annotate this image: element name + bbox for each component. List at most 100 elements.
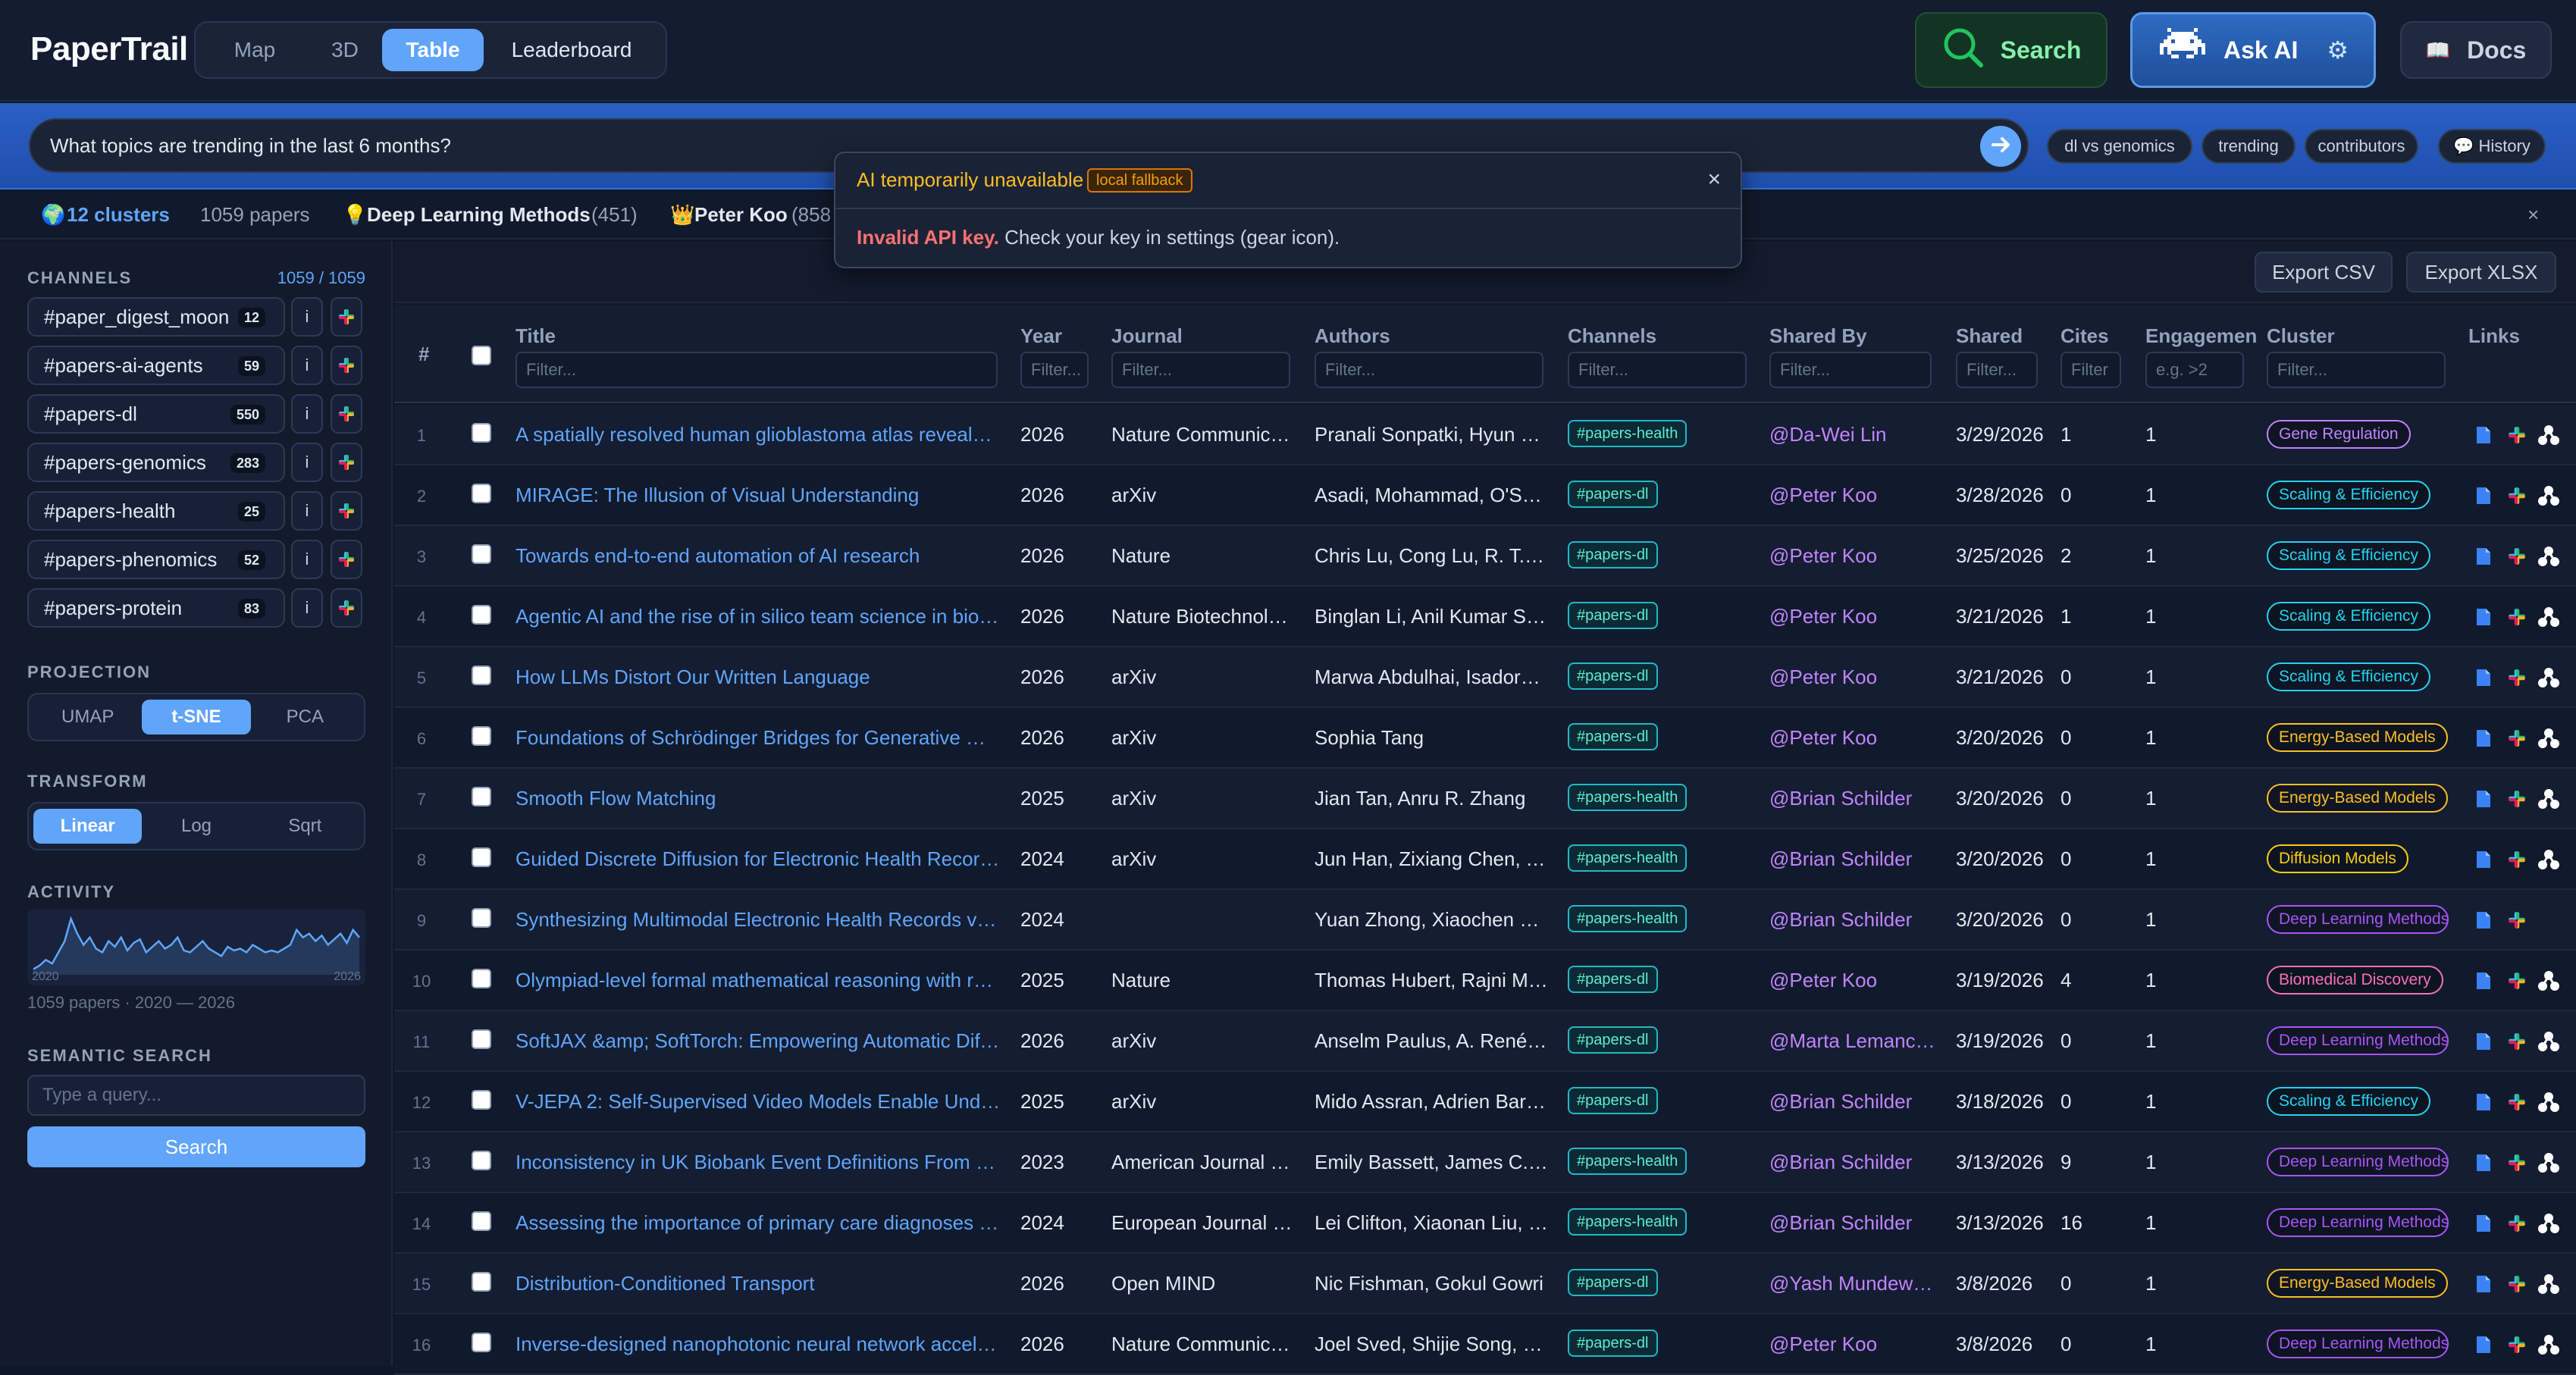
table-row[interactable]: 15 Distribution-Conditioned Transport 2026… <box>394 1254 2576 1314</box>
tab-map[interactable]: Map <box>202 29 308 71</box>
chip-dl-vs-genomics[interactable]: dl vs genomics <box>2047 129 2192 164</box>
filter-journal[interactable]: Filter... <box>1111 352 1290 388</box>
channel-item[interactable]: #papers-dl 550 <box>27 394 285 434</box>
paper-title-link[interactable]: Agentic AI and the rise of in silico tea… <box>516 605 1001 628</box>
slack-icon[interactable] <box>2505 484 2529 508</box>
channel-info-button[interactable]: i <box>291 491 323 531</box>
channel-badge[interactable]: #papers-health <box>1568 844 1688 872</box>
col-shared[interactable]: Shared <box>1956 324 2023 348</box>
document-icon[interactable] <box>2471 1151 2496 1175</box>
connected-papers-icon[interactable] <box>2537 605 2561 629</box>
connected-papers-icon[interactable] <box>2537 544 2561 568</box>
channel-badge[interactable]: #papers-dl <box>1568 662 1658 690</box>
slack-icon[interactable] <box>2505 1090 2529 1114</box>
filter-channels[interactable]: Filter... <box>1568 352 1747 388</box>
paper-title-link[interactable]: Smooth Flow Matching <box>516 787 1001 810</box>
connected-papers-icon[interactable] <box>2537 484 2561 508</box>
projection-tsne[interactable]: t-SNE <box>142 700 251 734</box>
row-checkbox[interactable] <box>472 1029 491 1049</box>
channel-item[interactable]: #papers-health 25 <box>27 491 285 531</box>
document-icon[interactable] <box>2471 1272 2496 1296</box>
export-xlsx-button[interactable]: Export XLSX <box>2406 252 2556 293</box>
slack-icon[interactable] <box>2505 1333 2529 1357</box>
shared-by-user[interactable]: @Peter Koo <box>1769 1333 1936 1356</box>
transform-log[interactable]: Log <box>142 809 250 844</box>
channel-badge[interactable]: #papers-dl <box>1568 966 1658 993</box>
slack-icon[interactable] <box>331 346 362 385</box>
channel-badge[interactable]: #papers-dl <box>1568 481 1658 508</box>
channel-item[interactable]: #papers-phenomics 52 <box>27 540 285 579</box>
paper-title-link[interactable]: Towards end-to-end automation of AI rese… <box>516 544 1001 568</box>
document-icon[interactable] <box>2471 969 2496 993</box>
paper-title-link[interactable]: SoftJAX &amp; SoftTorch: Empowering Auto… <box>516 1029 1001 1053</box>
chip-contributors[interactable]: contributors <box>2305 129 2418 164</box>
table-row[interactable]: 10 Olympiad-level formal mathematical rea… <box>394 951 2576 1011</box>
tab-leaderboard[interactable]: Leaderboard <box>484 29 660 71</box>
col-shared-by[interactable]: Shared By <box>1769 324 1867 348</box>
col-cluster[interactable]: Cluster <box>2267 324 2335 348</box>
slack-icon[interactable] <box>2505 1272 2529 1296</box>
shared-by-user[interactable]: @Da-Wei Lin <box>1769 423 1936 446</box>
connected-papers-icon[interactable] <box>2537 666 2561 690</box>
export-csv-button[interactable]: Export CSV <box>2255 252 2393 293</box>
document-icon[interactable] <box>2471 908 2496 932</box>
row-checkbox[interactable] <box>472 1151 491 1170</box>
tab-table[interactable]: Table <box>382 29 484 71</box>
transform-linear[interactable]: Linear <box>33 809 143 844</box>
slack-icon[interactable] <box>2505 666 2529 690</box>
channel-badge[interactable]: #papers-health <box>1568 905 1688 932</box>
select-all-checkbox[interactable] <box>472 346 491 365</box>
cluster-badge[interactable]: Scaling & Efficiency <box>2267 1087 2431 1116</box>
connected-papers-icon[interactable] <box>2537 1151 2561 1175</box>
connected-papers-icon[interactable] <box>2537 1090 2561 1114</box>
slack-icon[interactable] <box>2505 1151 2529 1175</box>
paper-title-link[interactable]: Foundations of Schrödinger Bridges for G… <box>516 726 1001 750</box>
paper-title-link[interactable]: MIRAGE: The Illusion of Visual Understan… <box>516 484 1001 507</box>
channel-badge[interactable]: #papers-dl <box>1568 1026 1658 1054</box>
paper-title-link[interactable]: A spatially resolved human glioblastoma … <box>516 423 1001 446</box>
cluster-badge[interactable]: Scaling & Efficiency <box>2267 541 2431 570</box>
cluster-badge[interactable]: Gene Regulation <box>2267 420 2411 449</box>
paper-title-link[interactable]: Guided Discrete Diffusion for Electronic… <box>516 847 1001 871</box>
connected-papers-icon[interactable] <box>2537 726 2561 750</box>
connected-papers-icon[interactable] <box>2537 1272 2561 1296</box>
filter-authors[interactable]: Filter... <box>1315 352 1543 388</box>
channel-badge[interactable]: #papers-dl <box>1568 1330 1658 1357</box>
document-icon[interactable] <box>2471 1333 2496 1357</box>
document-icon[interactable] <box>2471 847 2496 872</box>
cluster-badge[interactable]: Energy-Based Models <box>2267 1269 2448 1298</box>
shared-by-user[interactable]: @Peter Koo <box>1769 969 1936 992</box>
transform-sqrt[interactable]: Sqrt <box>251 809 359 844</box>
cluster-badge[interactable]: Deep Learning Methods <box>2267 1330 2449 1358</box>
slack-icon[interactable] <box>2505 969 2529 993</box>
shared-by-user[interactable]: @Brian Schilder <box>1769 847 1936 871</box>
cluster-badge[interactable]: Diffusion Models <box>2267 844 2408 873</box>
col-year[interactable]: Year <box>1020 324 1062 348</box>
row-checkbox[interactable] <box>472 726 491 746</box>
cluster-badge[interactable]: Energy-Based Models <box>2267 784 2448 813</box>
connected-papers-icon[interactable] <box>2537 423 2561 447</box>
col-journal[interactable]: Journal <box>1111 324 1183 348</box>
slack-icon[interactable] <box>331 588 362 628</box>
popup-close-icon[interactable]: × <box>1707 167 1721 193</box>
filter-cites[interactable]: Filter <box>2060 352 2121 388</box>
connected-papers-icon[interactable] <box>2537 969 2561 993</box>
row-checkbox[interactable] <box>472 544 491 564</box>
slack-icon[interactable] <box>2505 544 2529 568</box>
slack-icon[interactable] <box>331 491 362 531</box>
ask-ai-button[interactable]: Ask AI ⚙ <box>2130 12 2376 88</box>
slack-icon[interactable] <box>2505 423 2529 447</box>
filter-year[interactable]: Filter... <box>1020 352 1089 388</box>
row-checkbox[interactable] <box>472 787 491 807</box>
document-icon[interactable] <box>2471 544 2496 568</box>
document-icon[interactable] <box>2471 423 2496 447</box>
cluster-badge[interactable]: Deep Learning Methods <box>2267 1026 2449 1055</box>
shared-by-user[interactable]: @Peter Koo <box>1769 544 1936 568</box>
row-checkbox[interactable] <box>472 1272 491 1292</box>
row-checkbox[interactable] <box>472 666 491 685</box>
paper-title-link[interactable]: Synthesizing Multimodal Electronic Healt… <box>516 908 1001 932</box>
table-row[interactable]: 1 A spatially resolved human glioblastoma… <box>394 405 2576 465</box>
channel-item[interactable]: #papers-protein 83 <box>27 588 285 628</box>
connected-papers-icon[interactable] <box>2537 1029 2561 1054</box>
filter-engagement[interactable]: e.g. >2 <box>2145 352 2244 388</box>
